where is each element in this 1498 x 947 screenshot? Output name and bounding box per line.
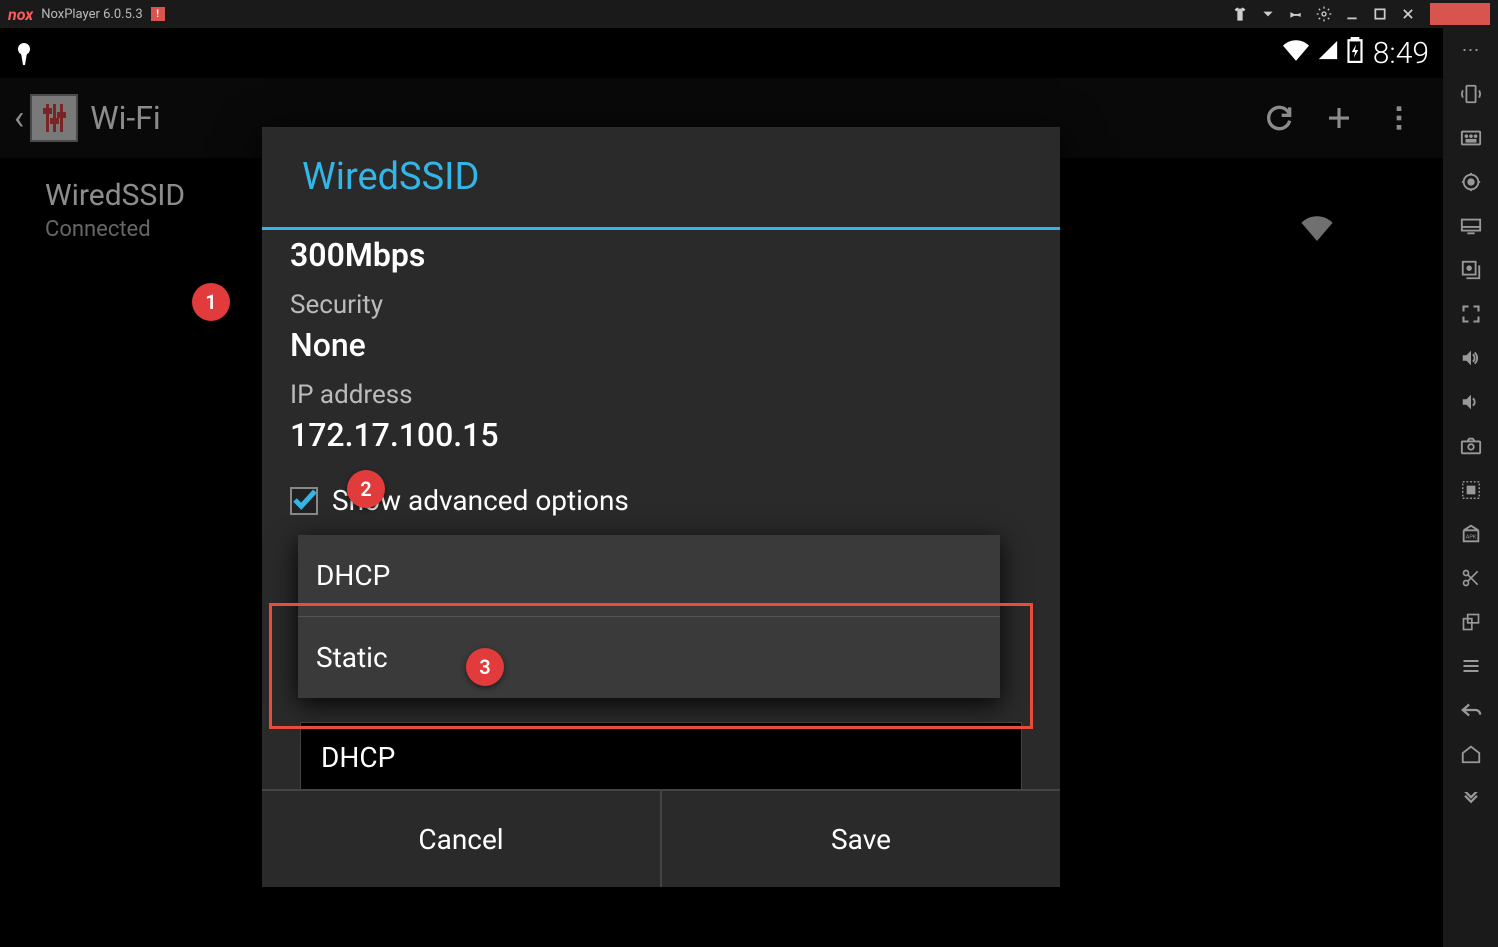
add-icon[interactable] [1309, 88, 1369, 148]
nox-sidebar: ⋯ APK [1443, 28, 1498, 947]
location-icon[interactable] [1457, 168, 1485, 196]
window-title: NoxPlayer 6.0.5.3 [41, 7, 142, 22]
volume-up-icon[interactable] [1457, 344, 1485, 372]
annotation-badge-3: 3 [466, 648, 504, 686]
ip-value: 172.17.100.15 [290, 416, 1032, 454]
ip-settings-dropdown: DHCP Static [298, 535, 1000, 698]
nox-logo: nox [8, 5, 33, 24]
close-button[interactable] [1396, 2, 1420, 26]
red-accent [1430, 3, 1490, 25]
window-titlebar: nox NoxPlayer 6.0.5.3 ! [0, 0, 1498, 28]
ip-settings-select[interactable]: DHCP [300, 722, 1022, 789]
scissors-icon[interactable] [1457, 564, 1485, 592]
multi-instance-icon[interactable] [1457, 256, 1485, 284]
signal-icon [1317, 39, 1339, 67]
volume-down-icon[interactable] [1457, 388, 1485, 416]
more-icon[interactable]: ⋯ [1457, 36, 1485, 64]
back-nav-icon[interactable] [1457, 696, 1485, 724]
screenshot-icon[interactable] [1457, 432, 1485, 460]
recent-icon[interactable] [1457, 652, 1485, 680]
record-icon[interactable] [1457, 476, 1485, 504]
link-speed-value: 300Mbps [290, 236, 1032, 274]
page-title: Wi-Fi [90, 99, 160, 137]
security-label: Security [290, 290, 1032, 320]
wifi-signal-icon [1301, 214, 1333, 249]
refresh-icon[interactable] [1249, 88, 1309, 148]
dropdown-option-static[interactable]: Static [298, 617, 1000, 698]
android-statusbar: 8:49 [0, 28, 1443, 78]
wifi-dialog: WiredSSID 300Mbps Security None IP addre… [262, 127, 1060, 887]
emulator-screen: 8:49 ‹ Wi-Fi WiredSSID Con [0, 28, 1443, 947]
keyhole-icon [14, 39, 34, 67]
fullscreen-icon[interactable] [1457, 300, 1485, 328]
dialog-body: 300Mbps Security None IP address 172.17.… [262, 230, 1060, 789]
svg-text:APK: APK [1465, 535, 1476, 541]
battery-icon [1347, 37, 1363, 69]
dropdown-option-dhcp[interactable]: DHCP [298, 535, 1000, 616]
minimize-button[interactable] [1340, 2, 1364, 26]
annotation-badge-2: 2 [347, 470, 385, 508]
settings-icon[interactable] [1312, 2, 1336, 26]
save-button[interactable]: Save [662, 791, 1060, 887]
apk-icon[interactable]: APK [1457, 520, 1485, 548]
my-computer-icon[interactable] [1457, 212, 1485, 240]
advanced-checkbox[interactable] [290, 487, 318, 515]
shake-icon[interactable] [1457, 80, 1485, 108]
warning-icon[interactable]: ! [151, 7, 165, 21]
settings-app-icon [30, 94, 78, 142]
status-time: 8:49 [1373, 36, 1429, 71]
shirt-icon[interactable] [1228, 2, 1252, 26]
ip-label: IP address [290, 380, 1032, 410]
home-icon[interactable] [1457, 740, 1485, 768]
overflow-icon[interactable] [1369, 88, 1429, 148]
keyboard-icon[interactable] [1457, 124, 1485, 152]
expand-icon[interactable] [1457, 784, 1485, 812]
annotation-badge-1: 1 [192, 283, 230, 321]
rotate-icon[interactable] [1457, 608, 1485, 636]
dropdown-icon[interactable] [1256, 2, 1280, 26]
back-icon[interactable]: ‹ [14, 98, 24, 138]
pin-icon[interactable] [1284, 2, 1308, 26]
security-value: None [290, 326, 1032, 364]
maximize-button[interactable] [1368, 2, 1392, 26]
dialog-title: WiredSSID [262, 127, 1060, 227]
dialog-buttons: Cancel Save [262, 789, 1060, 887]
cancel-button[interactable]: Cancel [262, 791, 662, 887]
wifi-icon [1283, 39, 1309, 67]
advanced-checkbox-row[interactable]: Show advanced options [290, 484, 1032, 517]
